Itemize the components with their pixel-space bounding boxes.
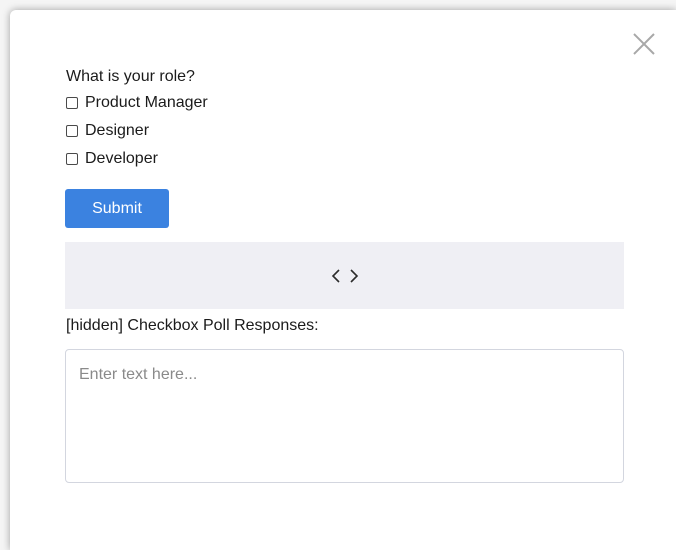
close-icon <box>633 33 655 55</box>
option-product-manager[interactable]: Product Manager <box>66 93 208 113</box>
responses-label: [hidden] Checkbox Poll Responses: <box>66 317 319 334</box>
poll-modal: What is your role? Product Manager Desig… <box>10 10 676 550</box>
close-button[interactable] <box>630 30 658 58</box>
checkbox-developer[interactable] <box>66 153 78 165</box>
option-designer[interactable]: Designer <box>66 121 149 141</box>
submit-button[interactable]: Submit <box>65 189 169 228</box>
code-toggle-bar[interactable] <box>65 242 624 309</box>
checkbox-designer[interactable] <box>66 125 78 137</box>
option-label: Product Manager <box>85 94 208 111</box>
poll-question: What is your role? <box>66 68 195 85</box>
option-developer[interactable]: Developer <box>66 149 158 169</box>
responses-textarea[interactable] <box>65 349 624 483</box>
option-label: Designer <box>85 122 150 139</box>
code-icon <box>331 268 358 283</box>
option-label: Developer <box>85 150 158 167</box>
checkbox-product-manager[interactable] <box>66 97 78 109</box>
